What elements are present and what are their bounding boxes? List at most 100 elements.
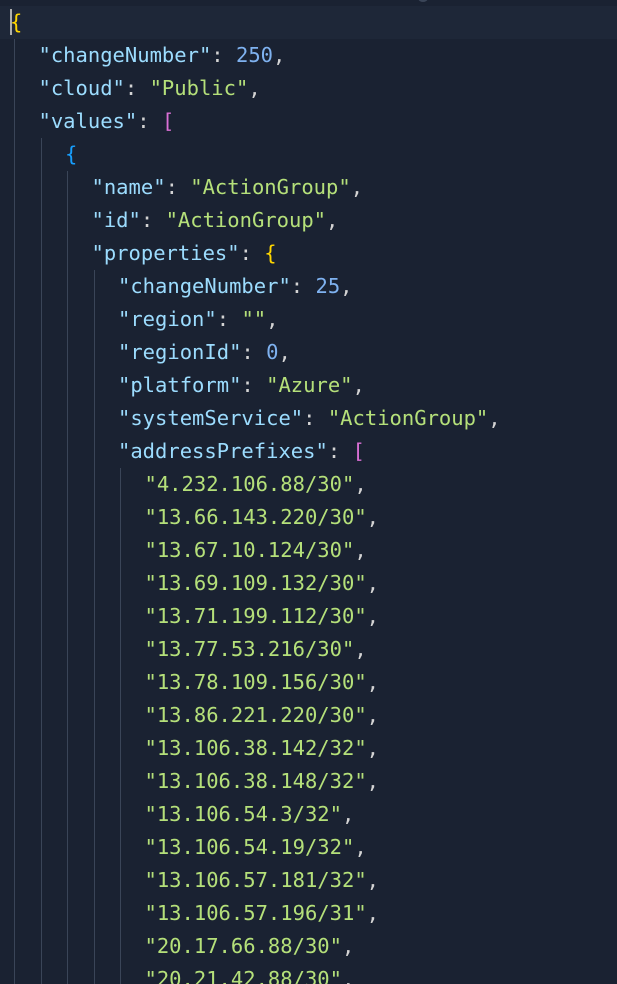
code-token: : xyxy=(140,208,166,232)
code-token: : xyxy=(137,109,162,133)
code-token: , xyxy=(366,901,380,925)
code-line[interactable]: "systemService": "ActionGroup", xyxy=(0,402,617,435)
code-token: "13.67.10.124/30" xyxy=(144,538,355,562)
code-token: , xyxy=(341,802,355,826)
code-line[interactable]: "13.106.57.181/32", xyxy=(0,864,617,897)
code-line[interactable]: { xyxy=(0,138,617,171)
code-line[interactable]: "addressPrefixes": [ xyxy=(0,435,617,468)
code-token: "ActionGroup" xyxy=(327,406,489,430)
code-line[interactable]: "regionId": 0, xyxy=(0,336,617,369)
code-token: "" xyxy=(241,307,267,331)
code-token: : xyxy=(303,406,328,430)
code-token: , xyxy=(341,934,355,958)
code-line[interactable]: "13.106.54.3/32", xyxy=(0,798,617,831)
code-line[interactable]: "13.67.10.124/30", xyxy=(0,534,617,567)
code-line[interactable]: "13.86.221.220/30", xyxy=(0,699,617,732)
code-token: : xyxy=(241,340,267,364)
code-token: : xyxy=(290,274,316,298)
code-token: "20.17.66.88/30" xyxy=(144,934,342,958)
code-token: "regionId" xyxy=(118,340,242,364)
code-line[interactable]: "values": [ xyxy=(0,105,617,138)
code-token: , xyxy=(326,208,339,232)
code-token: [ xyxy=(352,439,365,463)
code-line[interactable]: "20.21.42.88/30", xyxy=(0,963,617,984)
code-line[interactable]: "13.69.109.132/30", xyxy=(0,567,617,600)
code-line[interactable]: "changeNumber": 25, xyxy=(0,270,617,303)
code-token: "13.78.109.156/30" xyxy=(144,670,367,694)
code-token: , xyxy=(366,769,380,793)
code-token: "13.77.53.216/30" xyxy=(144,637,355,661)
code-token: , xyxy=(488,406,501,430)
code-line[interactable]: "13.106.57.196/31", xyxy=(0,897,617,930)
code-token: 0 xyxy=(266,340,279,364)
code-line[interactable]: "region": "", xyxy=(0,303,617,336)
code-token: , xyxy=(354,538,367,562)
code-token: "13.71.199.112/30" xyxy=(144,604,367,628)
code-token: : xyxy=(241,373,267,397)
code-token: "ActionGroup" xyxy=(190,175,351,199)
code-token: "id" xyxy=(91,208,141,232)
code-line[interactable]: "13.78.109.156/30", xyxy=(0,666,617,699)
code-line[interactable]: "4.232.106.88/30", xyxy=(0,468,617,501)
code-token: "20.21.42.88/30" xyxy=(144,967,342,984)
code-line[interactable]: "13.66.143.220/30", xyxy=(0,501,617,534)
code-token: , xyxy=(366,868,380,892)
code-token: "ActionGroup" xyxy=(165,208,327,232)
code-token: "13.106.38.142/32" xyxy=(144,736,367,760)
code-token: , xyxy=(366,703,380,727)
code-token: : xyxy=(211,43,236,67)
code-line[interactable]: "13.106.38.148/32", xyxy=(0,765,617,798)
code-token: , xyxy=(366,505,380,529)
code-line[interactable]: "name": "ActionGroup", xyxy=(0,171,617,204)
code-line[interactable]: "13.106.38.142/32", xyxy=(0,732,617,765)
code-token: , xyxy=(340,274,353,298)
code-token: , xyxy=(366,736,380,760)
code-token: , xyxy=(366,604,380,628)
code-token: "13.66.143.220/30" xyxy=(144,505,367,529)
code-line[interactable]: "changeNumber": 250, xyxy=(0,39,617,72)
code-token: "13.106.38.148/32" xyxy=(144,769,367,793)
code-token: "addressPrefixes" xyxy=(118,439,328,463)
code-token: [ xyxy=(161,109,175,133)
code-token: "name" xyxy=(91,175,166,199)
code-line[interactable]: "platform": "Azure", xyxy=(0,369,617,402)
code-token: "platform" xyxy=(118,373,242,397)
code-token: , xyxy=(352,373,365,397)
code-token: "13.106.57.181/32" xyxy=(144,868,367,892)
code-token: , xyxy=(350,175,364,199)
code-line[interactable]: "13.71.199.112/30", xyxy=(0,600,617,633)
code-token: : xyxy=(216,307,242,331)
code-token: , xyxy=(354,835,367,859)
code-token: , xyxy=(273,43,286,67)
code-token: "13.69.109.132/30" xyxy=(144,571,367,595)
code-line[interactable]: "cloud": "Public", xyxy=(0,72,617,105)
code-token: : xyxy=(239,241,265,265)
code-token: { xyxy=(65,142,78,166)
minimap-indicator xyxy=(418,0,428,2)
code-line[interactable]: { xyxy=(0,6,617,39)
code-token: "13.106.54.19/32" xyxy=(144,835,355,859)
code-token: "values" xyxy=(38,109,138,133)
code-token: "cloud" xyxy=(38,76,125,100)
code-token: "region" xyxy=(118,307,217,331)
code-line[interactable]: "13.77.53.216/30", xyxy=(0,633,617,666)
code-token: : xyxy=(327,439,353,463)
code-token: , xyxy=(278,340,291,364)
code-token: : xyxy=(165,175,191,199)
code-token: { xyxy=(264,241,277,265)
code-line[interactable]: "13.106.54.19/32", xyxy=(0,831,617,864)
code-line[interactable]: "id": "ActionGroup", xyxy=(0,204,617,237)
code-token: 250 xyxy=(235,43,274,67)
code-token: , xyxy=(366,670,380,694)
code-token: "Public" xyxy=(149,76,249,100)
code-line[interactable]: "20.17.66.88/30", xyxy=(0,930,617,963)
code-token: "changeNumber" xyxy=(38,43,212,67)
code-token: "13.106.57.196/31" xyxy=(144,901,367,925)
code-token: , xyxy=(266,307,279,331)
code-token: , xyxy=(248,76,261,100)
text-cursor xyxy=(10,9,12,35)
code-token: , xyxy=(354,637,367,661)
code-line[interactable]: "properties": { xyxy=(0,237,617,270)
code-token: "properties" xyxy=(91,241,240,265)
code-editor[interactable]: {"changeNumber": 250, "cloud": "Public", "… xyxy=(0,0,617,984)
